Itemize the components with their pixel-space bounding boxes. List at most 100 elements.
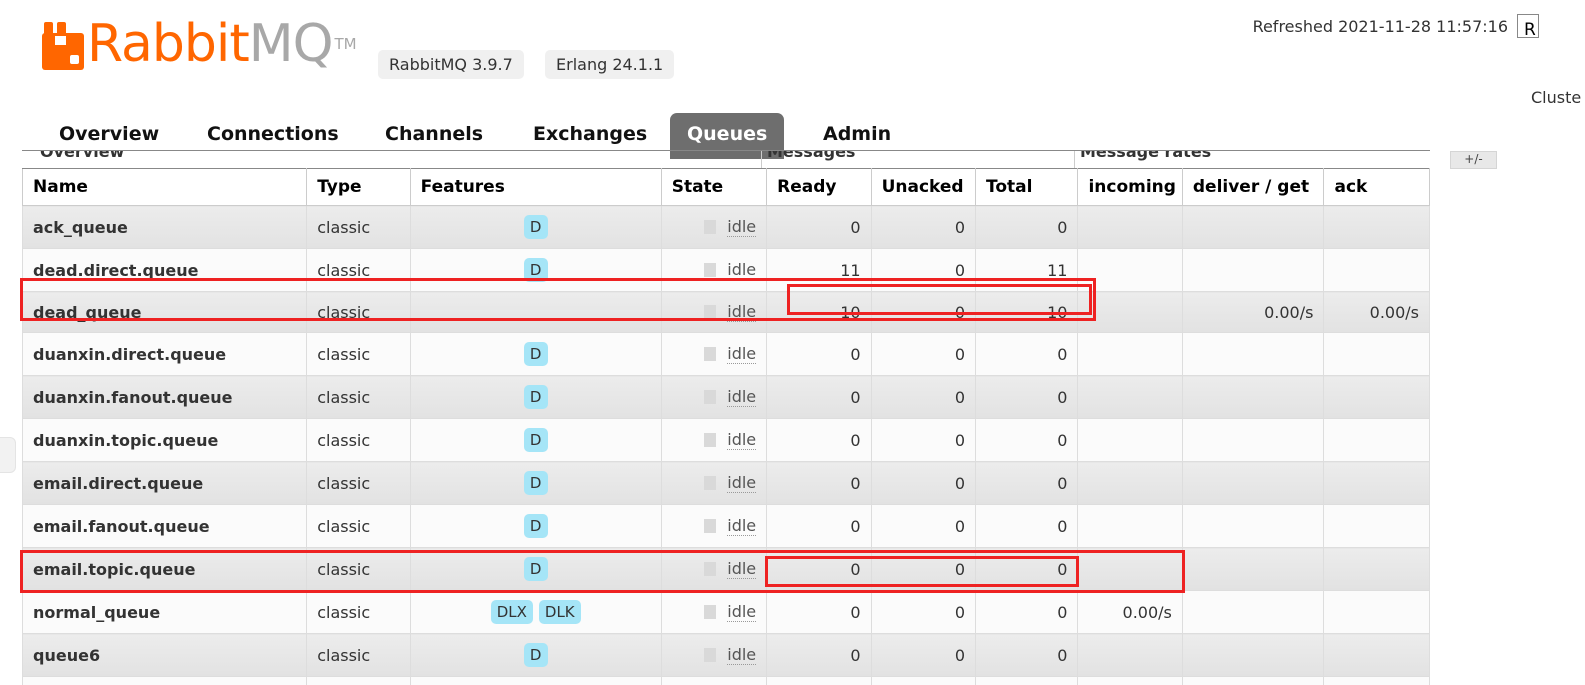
queue-name-link[interactable]: ack_queue <box>21 205 308 249</box>
queue-name-link[interactable]: email.direct.queue <box>21 461 308 505</box>
column-header-incoming[interactable]: incoming <box>1077 168 1183 206</box>
column-header-deliver-get[interactable]: deliver / get <box>1181 168 1325 206</box>
queue-name-link[interactable]: dead_queue <box>21 291 308 333</box>
queue-incoming-rate <box>1077 504 1183 548</box>
queue-ack-rate <box>1323 504 1430 548</box>
left-edge-panel-handle[interactable] <box>0 437 16 473</box>
queue-type: classic <box>306 676 411 685</box>
queue-name-link[interactable]: duanxin.topic.queue <box>21 418 308 462</box>
table-row[interactable]: queue6 classic Didle 0 0 0 <box>21 633 1430 677</box>
column-header-state[interactable]: State <box>660 168 768 206</box>
feature-badge-d: D <box>523 514 548 538</box>
page-header: RabbitMQ TM RabbitMQ 3.9.7 Erlang 24.1.1 … <box>0 0 1585 110</box>
state-text: idle <box>727 472 757 493</box>
queue-type: classic <box>306 633 411 677</box>
table-row[interactable]: duanxin.fanout.queue classic Didle 0 0 0 <box>21 375 1430 419</box>
state-text: idle <box>727 601 757 622</box>
column-header-type[interactable]: Type <box>306 168 411 206</box>
queue-state: idle <box>660 504 768 548</box>
queue-type: classic <box>306 418 411 462</box>
queue-deliver-rate <box>1181 504 1325 548</box>
queues-table: Name Type Features State Ready Unacked T… <box>21 168 1430 685</box>
erlang-version-badge: Erlang 24.1.1 <box>545 50 675 79</box>
queue-name-link[interactable]: dead.direct.queue <box>21 248 308 292</box>
queue-ack-rate <box>1323 547 1430 591</box>
queue-state: idle <box>660 375 768 419</box>
queue-state: idle <box>660 291 768 333</box>
column-toggle-button[interactable]: +/- <box>1450 151 1497 169</box>
table-row[interactable]: email.topic.queue classic Didle 0 0 0 <box>21 547 1430 591</box>
queue-name-link[interactable]: normal_queue <box>21 590 308 634</box>
queue-incoming-rate <box>1077 248 1183 292</box>
queue-name-link[interactable]: duanxin.fanout.queue <box>21 375 308 419</box>
table-row[interactable]: duanxin.direct.queue classic Didle 0 0 0 <box>21 332 1430 376</box>
queue-unacked-count: 0 <box>870 375 977 419</box>
table-row[interactable]: dead_queue classic idle 10 0 10 0.00/s 0.00/s <box>21 291 1430 333</box>
state-indicator: idle <box>704 516 757 536</box>
state-indicator: idle <box>704 260 757 280</box>
state-indicator: idle <box>704 217 757 237</box>
queue-state: idle <box>660 547 768 591</box>
logo-trademark-text: TM <box>334 35 357 53</box>
queue-incoming-rate <box>1077 418 1183 462</box>
queue-deliver-rate <box>1181 205 1325 249</box>
queue-incoming-rate <box>1077 633 1183 677</box>
queue-features: D <box>409 375 662 419</box>
queues-table-region: Overview Messages Message rates +/- Name… <box>0 150 1585 685</box>
state-square-icon <box>704 262 717 277</box>
queue-total-count: 0 <box>975 205 1079 249</box>
state-square-icon <box>704 219 717 234</box>
column-header-ack[interactable]: ack <box>1323 168 1430 206</box>
state-square-icon <box>704 647 717 662</box>
queue-ready-count: 0 <box>766 633 872 677</box>
table-row[interactable]: email.direct.queue classic Didle 0 0 0 <box>21 461 1430 505</box>
queue-type: classic <box>306 547 411 591</box>
column-header-ready[interactable]: Ready <box>766 168 872 206</box>
queue-state: idle <box>660 676 768 685</box>
table-row[interactable]: dead.direct.queue classic Didle 11 0 11 <box>21 248 1430 292</box>
column-header-total[interactable]: Total <box>975 168 1079 206</box>
queue-state: idle <box>660 461 768 505</box>
queue-name-link[interactable]: duanxin.direct.queue <box>21 332 308 376</box>
logo-wordmark: RabbitMQ TM <box>87 18 357 70</box>
queue-unacked-count: 0 <box>870 590 977 634</box>
refresh-status: Refreshed 2021-11-28 11:57:16 R <box>1253 14 1539 38</box>
queue-ready-count: 0 <box>766 676 872 685</box>
group-header-overview: Overview <box>40 150 125 161</box>
queue-state: idle <box>660 205 768 249</box>
table-row[interactable]: duanxin.topic.queue classic Didle 0 0 0 <box>21 418 1430 462</box>
queue-type: classic <box>306 248 411 292</box>
queue-type: classic <box>306 332 411 376</box>
table-row[interactable]: ack_queue classic Didle 0 0 0 <box>21 205 1430 249</box>
queue-name-link[interactable]: email.topic.queue <box>21 547 308 591</box>
feature-badge-d: D <box>523 342 548 366</box>
table-header-row: Name Type Features State Ready Unacked T… <box>21 168 1430 206</box>
group-header-message-rates: Message rates <box>1080 150 1212 161</box>
table-row[interactable]: email.fanout.queue classic Didle 0 0 0 <box>21 504 1430 548</box>
queue-ack-rate <box>1323 676 1430 685</box>
table-row[interactable]: normal_queue classic DLX DLK idle 0 0 0 0.00/s <box>21 590 1430 634</box>
queue-state: idle <box>660 590 768 634</box>
table-row[interactable]: queue7classicDidle000 <box>21 676 1430 685</box>
column-header-name[interactable]: Name <box>21 168 308 206</box>
column-header-features[interactable]: Features <box>409 168 662 206</box>
state-square-icon <box>704 346 717 361</box>
queue-deliver-rate <box>1181 248 1325 292</box>
refresh-interval-select[interactable]: R <box>1517 14 1539 38</box>
logo-mq-text: MQ <box>248 14 334 74</box>
queue-ready-count: 0 <box>766 418 872 462</box>
queue-deliver-rate <box>1181 418 1325 462</box>
queue-name-link[interactable]: queue7 <box>21 676 308 685</box>
queue-type: classic <box>306 291 411 333</box>
queue-name-link[interactable]: email.fanout.queue <box>21 504 308 548</box>
column-header-unacked[interactable]: Unacked <box>870 168 977 206</box>
state-text: idle <box>727 301 757 322</box>
queue-name-link[interactable]: queue6 <box>21 633 308 677</box>
rabbitmq-logo[interactable]: RabbitMQ TM <box>42 18 357 70</box>
state-square-icon <box>704 518 717 533</box>
state-text: idle <box>727 386 757 407</box>
queue-deliver-rate <box>1181 332 1325 376</box>
queue-incoming-rate <box>1077 461 1183 505</box>
queue-ack-rate <box>1323 633 1430 677</box>
queue-ready-count: 0 <box>766 590 872 634</box>
